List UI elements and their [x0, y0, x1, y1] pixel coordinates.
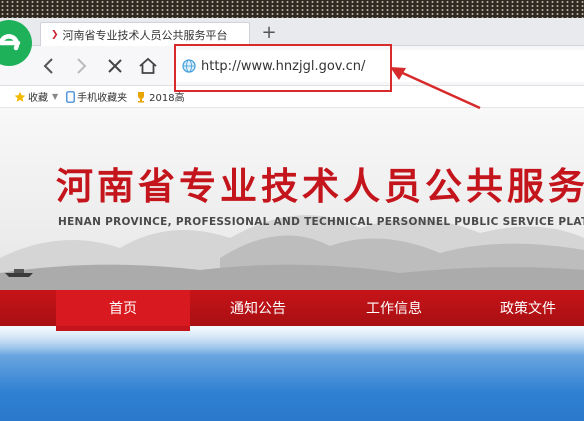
nav-item-policy[interactable]: 政策文件: [466, 290, 584, 326]
nav-item-label: 政策文件: [500, 301, 556, 317]
tab-bar: ❯ 河南省专业技术人员公共服务平台 +: [0, 18, 584, 46]
site-subtitle: HENAN PROVINCE, PROFESSIONAL AND TECHNIC…: [58, 216, 584, 228]
chevron-down-icon: ▼: [52, 92, 59, 101]
bookmark-favorites[interactable]: 收藏 ▼: [14, 89, 58, 104]
nav-item-label: 首页: [109, 301, 137, 317]
nav-item-work-info[interactable]: 工作信息: [332, 290, 456, 326]
active-nav-indicator: [56, 326, 190, 331]
new-tab-button[interactable]: +: [258, 22, 280, 44]
stop-button[interactable]: [104, 55, 126, 77]
phone-icon: [66, 90, 75, 103]
tab-favicon-icon: ❯: [51, 29, 59, 40]
main-navigation: 首页 通知公告 工作信息 政策文件: [0, 290, 584, 326]
nav-item-label: 通知公告: [230, 301, 286, 317]
home-button[interactable]: [137, 55, 159, 77]
chevron-left-icon: [43, 58, 53, 74]
boat-icon: [5, 269, 33, 277]
nav-item-label: 工作信息: [366, 301, 422, 317]
window-top-strip: [0, 0, 584, 18]
annotation-arrow-icon: [390, 67, 481, 110]
highlight-box: [174, 44, 392, 92]
nav-item-home[interactable]: 首页: [56, 290, 190, 326]
browser-tab[interactable]: ❯ 河南省专业技术人员公共服务平台: [40, 22, 250, 46]
site-title: 河南省专业技术人员公共服务平: [56, 164, 584, 208]
tab-title: 河南省专业技术人员公共服务平台: [62, 28, 228, 42]
trophy-icon: [138, 91, 145, 102]
star-icon: [14, 91, 26, 102]
home-icon: [139, 57, 157, 74]
bookmark-label: 手机收藏夹: [77, 93, 128, 104]
close-icon: [108, 59, 122, 73]
back-button[interactable]: [38, 55, 60, 77]
bookmark-mobile[interactable]: 手机收藏夹: [66, 89, 127, 104]
forward-button[interactable]: [70, 55, 92, 77]
nav-item-notices[interactable]: 通知公告: [196, 290, 320, 326]
bookmark-label: 收藏: [28, 93, 48, 104]
chevron-right-icon: [77, 58, 87, 74]
site-banner: 河南省专业技术人员公共服务平 HENAN PROVINCE, PROFESSIO…: [0, 108, 584, 290]
